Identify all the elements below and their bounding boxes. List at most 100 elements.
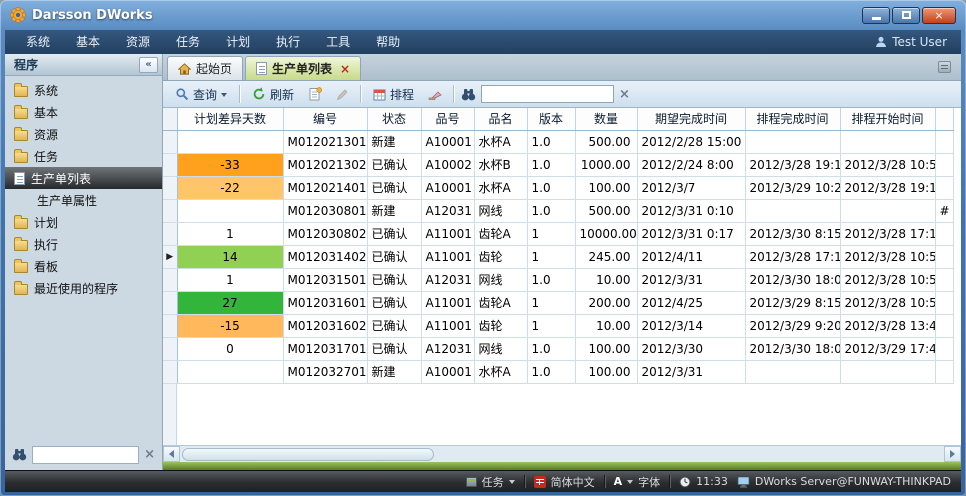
column-header-no[interactable]: 编号 bbox=[283, 108, 367, 130]
table-row[interactable]: M012032701新建A10001水杯A1.0100.002012/3/31 bbox=[163, 360, 953, 383]
grid-cell-sched_start: 2012/3/28 13:40 bbox=[840, 314, 935, 337]
sidebar-search-input[interactable] bbox=[32, 446, 139, 464]
table-row[interactable]: -15M012031602已确认A11001齿轮110.002012/3/142… bbox=[163, 314, 953, 337]
menu-item-执行[interactable]: 执行 bbox=[263, 30, 313, 54]
sidebar-item-最近使用的程序[interactable]: 最近使用的程序 bbox=[5, 277, 162, 299]
column-header-sched_end[interactable]: 排程完成时间 bbox=[745, 108, 840, 130]
table-row[interactable]: -33M012021302已确认A10002水杯B1.01000.002012/… bbox=[163, 153, 953, 176]
grid-cell-pno: A12031 bbox=[421, 337, 474, 360]
grid-search-input[interactable] bbox=[481, 85, 614, 103]
find-binoculars-icon[interactable] bbox=[461, 88, 476, 101]
column-header-qty[interactable]: 数量 bbox=[575, 108, 637, 130]
column-header-status[interactable]: 状态 bbox=[367, 108, 421, 130]
menu-item-基本[interactable]: 基本 bbox=[63, 30, 113, 54]
sidebar-item-执行[interactable]: 执行 bbox=[5, 233, 162, 255]
maximize-button[interactable] bbox=[892, 7, 920, 24]
query-button[interactable]: 查询 bbox=[170, 84, 232, 105]
tab-home[interactable]: 起始页 bbox=[167, 56, 243, 80]
collapse-sidebar-button[interactable]: « bbox=[139, 57, 158, 73]
table-row[interactable]: 1M012030802已确认A11001齿轮A110000.002012/3/3… bbox=[163, 222, 953, 245]
column-header-pname[interactable]: 品名 bbox=[474, 108, 527, 130]
sidebar-item-看板[interactable]: 看板 bbox=[5, 255, 162, 277]
grid-cell-sched_end bbox=[745, 130, 840, 153]
table-row[interactable]: M012021301新建A10001水杯A1.0500.002012/2/28 … bbox=[163, 130, 953, 153]
time-label: 11:33 bbox=[696, 475, 728, 488]
menu-item-系统[interactable]: 系统 bbox=[13, 30, 63, 54]
table-row[interactable]: 1M012031501已确认A12031网线1.010.002012/3/312… bbox=[163, 268, 953, 291]
close-button[interactable]: × bbox=[922, 7, 956, 24]
clear-schedule-button[interactable] bbox=[424, 84, 446, 105]
refresh-button[interactable]: 刷新 bbox=[247, 84, 299, 105]
grid-cell-diff: -22 bbox=[177, 176, 283, 199]
column-header-expect[interactable]: 期望完成时间 bbox=[637, 108, 745, 130]
grid-cell-extra bbox=[935, 245, 953, 268]
statusbar-time[interactable]: 11:33 bbox=[679, 475, 728, 488]
grid-cell-sched_start: 2012/3/28 10:52 bbox=[840, 291, 935, 314]
clear-sidebar-search-icon[interactable]: × bbox=[144, 448, 155, 461]
table-row[interactable]: 27M012031601已确认A11001齿轮A1200.002012/4/25… bbox=[163, 291, 953, 314]
table-row[interactable]: M012030801新建A12031网线1.0500.002012/3/31 0… bbox=[163, 199, 953, 222]
font-label: 字体 bbox=[638, 474, 660, 490]
table-row[interactable]: 0M012031701已确认A12031网线1.0100.002012/3/30… bbox=[163, 337, 953, 360]
title-bar[interactable]: Darsson DWorks × bbox=[0, 0, 966, 30]
minimize-button[interactable] bbox=[862, 7, 890, 24]
edit-record-button[interactable] bbox=[331, 84, 353, 105]
column-header-pno[interactable]: 品号 bbox=[421, 108, 474, 130]
table-row[interactable]: -22M012021401已确认A10001水杯A1.0100.002012/3… bbox=[163, 176, 953, 199]
grid-cell-ver: 1 bbox=[527, 291, 575, 314]
scroll-right-button[interactable] bbox=[944, 446, 961, 462]
sidebar-item-label: 计划 bbox=[34, 214, 58, 231]
grid-cell-sched_end: 2012/3/29 9:20 bbox=[745, 314, 840, 337]
grid-cell-ver: 1.0 bbox=[527, 199, 575, 222]
grid-cell-no: M012021301 bbox=[283, 130, 367, 153]
column-header-extra[interactable] bbox=[935, 108, 953, 130]
grid-cell-pno: A10001 bbox=[421, 130, 474, 153]
grid-cell-qty: 100.00 bbox=[575, 360, 637, 383]
table-row[interactable]: ▶14M012031402已确认A11001齿轮1245.002012/4/11… bbox=[163, 245, 953, 268]
menu-item-资源[interactable]: 资源 bbox=[113, 30, 163, 54]
statusbar-font[interactable]: A 字体 bbox=[614, 474, 661, 490]
sidebar-item-系统[interactable]: 系统 bbox=[5, 79, 162, 101]
bottom-accent-strip bbox=[163, 462, 961, 470]
sidebar-item-label: 任务 bbox=[34, 148, 58, 165]
sidebar-item-计划[interactable]: 计划 bbox=[5, 211, 162, 233]
toolbar-separator bbox=[239, 85, 240, 103]
grid-cell-extra bbox=[935, 222, 953, 245]
menu-item-帮助[interactable]: 帮助 bbox=[363, 30, 413, 54]
statusbar-language[interactable]: 简体中文 bbox=[534, 474, 595, 490]
close-tab-icon[interactable]: × bbox=[340, 62, 350, 76]
scroll-left-button[interactable] bbox=[163, 446, 180, 462]
grid-cell-pno: A10002 bbox=[421, 153, 474, 176]
toolbar: 查询 刷新 bbox=[163, 81, 961, 108]
row-indicator-header bbox=[163, 108, 177, 130]
sidebar-item-基本[interactable]: 基本 bbox=[5, 101, 162, 123]
column-header-diff[interactable]: 计划差异天数 bbox=[177, 108, 283, 130]
menu-item-工具[interactable]: 工具 bbox=[313, 30, 363, 54]
grid-cell-expect: 2012/2/24 8:00 bbox=[637, 153, 745, 176]
statusbar-tasks[interactable]: 任务 bbox=[466, 474, 515, 490]
grid-cell-diff: 14 bbox=[177, 245, 283, 268]
sidebar-item-label: 资源 bbox=[34, 126, 58, 143]
row-indicator-cell bbox=[163, 222, 177, 245]
clear-grid-search-icon[interactable]: × bbox=[619, 88, 630, 101]
schedule-button[interactable]: 排程 bbox=[368, 84, 419, 105]
sidebar-item-资源[interactable]: 资源 bbox=[5, 123, 162, 145]
tab-production-order-list[interactable]: 生产单列表 × bbox=[245, 56, 361, 80]
horizontal-scrollbar[interactable] bbox=[163, 445, 961, 462]
grid-cell-pno: A11001 bbox=[421, 291, 474, 314]
menu-item-任务[interactable]: 任务 bbox=[163, 30, 213, 54]
pin-icon[interactable] bbox=[938, 61, 951, 73]
column-header-ver[interactable]: 版本 bbox=[527, 108, 575, 130]
column-header-sched_start[interactable]: 排程开始时间 bbox=[840, 108, 935, 130]
scrollbar-thumb[interactable] bbox=[182, 448, 434, 461]
grid-body: M012021301新建A10001水杯A1.0500.002012/2/28 … bbox=[163, 130, 953, 383]
grid-cell-extra bbox=[935, 291, 953, 314]
sidebar-item-生产单属性[interactable]: 生产单属性 bbox=[5, 189, 162, 211]
user-menu[interactable]: Test User bbox=[875, 35, 953, 49]
sidebar-item-任务[interactable]: 任务 bbox=[5, 145, 162, 167]
statusbar-server[interactable]: DWorks Server@FUNWAY-THINKPAD bbox=[737, 475, 951, 488]
new-record-button[interactable] bbox=[304, 84, 326, 105]
grid-cell-expect: 2012/3/31 0:17 bbox=[637, 222, 745, 245]
sidebar-item-生产单列表[interactable]: 生产单列表 bbox=[5, 167, 162, 189]
menu-item-计划[interactable]: 计划 bbox=[213, 30, 263, 54]
